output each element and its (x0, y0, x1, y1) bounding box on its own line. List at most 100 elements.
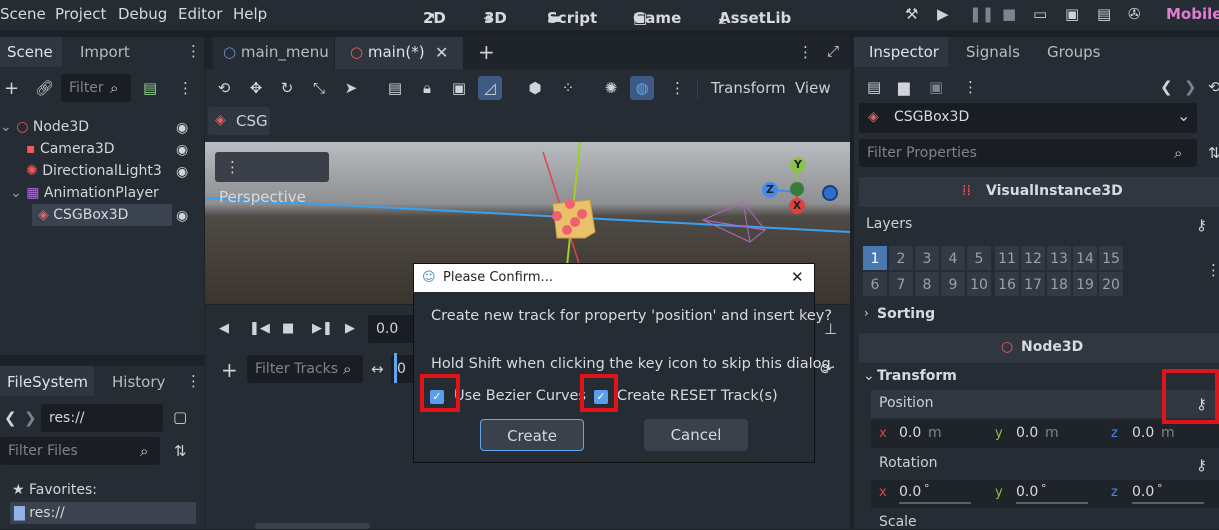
gizmo-x-axis[interactable]: X (789, 198, 805, 214)
file-filter-input[interactable]: Filter Files (0, 437, 160, 465)
menu-editor[interactable]: Editor (178, 5, 222, 23)
more-icon[interactable]: ⋮ (798, 45, 813, 60)
visibility-eye-icon[interactable]: ◉ (176, 208, 188, 224)
section-sorting[interactable]: › Sorting (859, 303, 1219, 327)
key-icon[interactable]: ⚷ (1196, 458, 1207, 473)
tab-signals[interactable]: Signals (966, 43, 1020, 61)
position-z[interactable]: 0.0 (1132, 425, 1154, 441)
tab-main-menu[interactable]: ○ main_menu (223, 43, 329, 61)
layer-button[interactable]: 2 (888, 245, 914, 271)
sun-icon[interactable]: ✺ (599, 76, 623, 100)
more-icon[interactable]: ⋮ (186, 374, 201, 389)
tab-main[interactable]: ○ main(*) (350, 43, 425, 61)
move-icon[interactable]: ✥ (244, 76, 268, 100)
rotation-z[interactable]: 0.0 (1132, 484, 1154, 500)
sun-position-icon[interactable]: ⁘ (556, 76, 580, 100)
pause-icon[interactable]: ❚❚ (969, 7, 994, 22)
group-icon[interactable]: ▣ (447, 76, 471, 100)
layer-button[interactable]: 20 (1098, 271, 1124, 297)
options-icon[interactable]: ⇅ (1208, 146, 1219, 161)
section-node3d[interactable]: ○ Node3D (859, 333, 1219, 363)
hammer-icon[interactable]: ⚒ (905, 7, 918, 22)
history-icon[interactable]: ⟲ (1208, 80, 1219, 95)
scale-icon[interactable]: ⤡ (307, 76, 331, 100)
layer-button[interactable]: 4 (940, 245, 966, 271)
add-node-icon[interactable]: + (4, 80, 19, 98)
rotation-y[interactable]: 0.0 (1016, 484, 1038, 500)
visibility-eye-icon[interactable]: ◉ (176, 120, 188, 136)
next-key-icon[interactable]: ▶❚ (312, 322, 333, 335)
cancel-button[interactable]: Cancel (644, 419, 748, 451)
menu-project[interactable]: Project (55, 5, 106, 23)
tab-groups[interactable]: Groups (1047, 43, 1100, 61)
tree-item-animationplayer[interactable]: ⌄ ▦ AnimationPlayer (10, 185, 159, 201)
tab-filesystem[interactable]: FileSystem (7, 373, 88, 391)
gizmo-z-axis[interactable]: Z (762, 182, 778, 198)
play-custom-icon[interactable]: ▤ (1097, 7, 1111, 22)
stop-icon[interactable]: ■ (1002, 7, 1016, 22)
layer-button[interactable]: 18 (1046, 271, 1072, 297)
rotation-x[interactable]: 0.0 (899, 484, 921, 500)
scrollbar[interactable] (255, 523, 370, 529)
save-icon[interactable]: ▣ (929, 80, 943, 95)
horizontal-resize-icon[interactable]: ↔ (371, 362, 384, 377)
layer-button[interactable]: 11 (994, 245, 1020, 271)
visibility-eye-icon[interactable]: ◉ (176, 164, 188, 180)
play-scene-icon[interactable]: ▣ (1065, 7, 1079, 22)
close-icon[interactable]: ✕ (435, 45, 448, 61)
layer-button[interactable]: 13 (1046, 245, 1072, 271)
layer-button[interactable]: 1 (862, 245, 888, 271)
more-icon[interactable]: ⋮ (1206, 263, 1219, 278)
layer-button[interactable]: 9 (940, 271, 966, 297)
cube-icon[interactable]: ⬢ (523, 76, 547, 100)
layer-button[interactable]: 7 (888, 271, 914, 297)
environment-icon[interactable]: ◍ (630, 76, 654, 100)
movie-icon[interactable]: ✇ (1128, 7, 1141, 22)
more-icon[interactable]: ⋮ (963, 80, 978, 95)
gizmo-y-axis[interactable]: Y (790, 157, 806, 173)
menu-help[interactable]: Help (233, 5, 267, 23)
pointer-icon[interactable]: ➤ (339, 76, 363, 100)
tree-item-node3d[interactable]: ⌄ ○ Node3D (0, 119, 89, 135)
renderer-label[interactable]: Mobile (1166, 5, 1219, 23)
csg-toolbar-button[interactable]: ◈ CSG (208, 107, 270, 135)
playhead[interactable] (394, 353, 397, 383)
favorite-res[interactable]: ▇ res:// (14, 505, 65, 521)
tab-inspector[interactable]: Inspector (869, 43, 939, 61)
layer-button[interactable]: 19 (1072, 271, 1098, 297)
pin-icon[interactable]: ⊥ (824, 322, 837, 337)
new-resource-icon[interactable]: ▤ (867, 80, 881, 95)
layer-button[interactable]: 14 (1072, 245, 1098, 271)
view-menu[interactable]: View (795, 79, 831, 97)
more-icon[interactable]: ⋮ (178, 81, 193, 96)
layer-button[interactable]: 8 (914, 271, 940, 297)
more-icon[interactable]: ⋮ (670, 81, 685, 96)
lock-icon[interactable]: 🔒︎ (415, 76, 439, 100)
back-icon[interactable]: ❮ (4, 411, 17, 426)
tree-item-camera3d[interactable]: ▪ Camera3D (26, 141, 115, 157)
tree-item-light[interactable]: ✺ DirectionalLight3 (26, 163, 162, 179)
layer-button[interactable]: 10 (966, 271, 992, 297)
add-track-icon[interactable]: + (221, 360, 238, 380)
rotate-icon[interactable]: ↻ (275, 76, 299, 100)
reset-track-label[interactable]: Create RESET Track(s) (617, 388, 778, 404)
more-icon[interactable]: ⋮ (186, 44, 201, 59)
tab-history[interactable]: History (112, 373, 165, 391)
scene-filter-input[interactable]: Filter (61, 74, 131, 102)
transform-menu[interactable]: Transform (711, 79, 786, 97)
position-x[interactable]: 0.0 (899, 425, 921, 441)
key-icon[interactable]: ⚷ (1196, 218, 1207, 233)
layer-button[interactable]: 16 (994, 271, 1020, 297)
bezier-label[interactable]: Use Bezier Curves (454, 388, 586, 404)
link-icon[interactable]: 🔗︎ (35, 81, 54, 96)
select-mode-icon[interactable]: ⟲ (212, 76, 236, 100)
layer-button[interactable]: 12 (1020, 245, 1046, 271)
back-icon[interactable]: ❮ (1160, 80, 1173, 95)
perspective-menu[interactable]: ⋮ Perspective (215, 152, 329, 206)
layers-group-1[interactable]: 1 2 3 4 5 6 7 8 9 10 (862, 245, 992, 297)
layer-button[interactable]: 6 (862, 271, 888, 297)
layer-button[interactable]: 17 (1020, 271, 1046, 297)
object-selector[interactable]: ◈ CSGBox3D ⌄ (859, 103, 1197, 133)
remote-debug-icon[interactable]: ▭ (1033, 7, 1047, 22)
forward-icon[interactable]: ❯ (1184, 80, 1197, 95)
